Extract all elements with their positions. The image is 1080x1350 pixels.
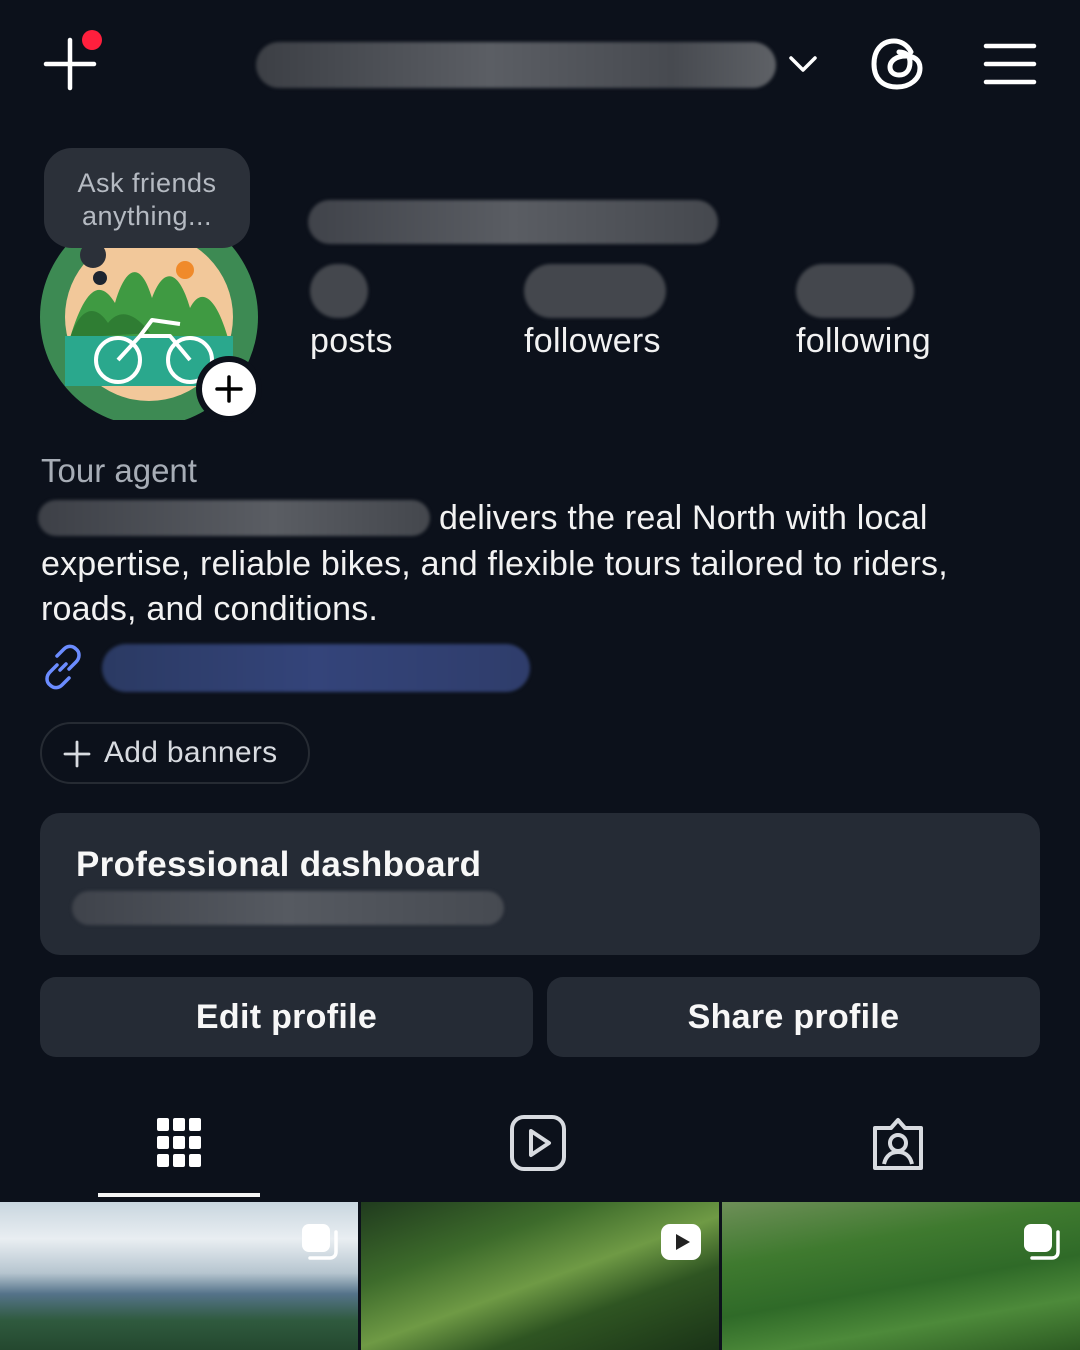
stat-count-redacted — [310, 264, 368, 318]
create-button[interactable] — [40, 30, 104, 96]
tab-posts-grid[interactable] — [99, 1100, 259, 1196]
reel-play-icon — [661, 1224, 701, 1260]
stat-label: followers — [524, 322, 661, 360]
stat-label: posts — [310, 322, 393, 360]
reels-icon — [510, 1115, 566, 1171]
stat-count-redacted — [796, 264, 914, 318]
share-profile-button[interactable]: Share profile — [547, 977, 1040, 1057]
plus-icon — [63, 740, 91, 768]
dashboard-subtitle-redacted — [72, 891, 504, 925]
stat-count-redacted — [524, 264, 666, 318]
dashboard-title: Professional dashboard — [76, 845, 482, 884]
stat-posts[interactable]: posts — [310, 264, 393, 361]
grid-icon — [157, 1118, 201, 1167]
add-story-button[interactable] — [196, 356, 262, 422]
plus-icon — [215, 375, 243, 403]
carousel-icon — [1024, 1224, 1060, 1260]
username-redacted[interactable] — [256, 42, 776, 88]
add-banners-button[interactable]: Add banners — [40, 722, 310, 784]
threads-icon — [871, 38, 923, 90]
tab-tagged[interactable] — [818, 1100, 978, 1196]
chevron-down-icon — [789, 56, 817, 72]
account-switcher[interactable] — [786, 48, 820, 78]
top-bar — [0, 0, 1080, 130]
edit-profile-button[interactable]: Edit profile — [40, 977, 533, 1057]
display-name-redacted — [308, 200, 718, 244]
carousel-icon — [302, 1224, 338, 1260]
hamburger-menu-icon — [983, 43, 1037, 85]
stat-following[interactable]: following — [796, 264, 931, 361]
active-tab-indicator — [98, 1193, 260, 1197]
add-banners-label: Add banners — [104, 736, 278, 769]
grid-post-2[interactable] — [361, 1202, 719, 1350]
link-icon — [45, 644, 81, 690]
notification-dot — [82, 30, 102, 50]
posts-grid — [0, 1202, 1080, 1350]
profile-bio: delivers the real North with local exper… — [41, 499, 948, 628]
profile-link[interactable] — [40, 642, 560, 694]
note-bubble[interactable]: Ask friends anything... — [44, 148, 250, 248]
tagged-icon — [873, 1118, 923, 1170]
professional-dashboard-card[interactable]: Professional dashboard — [40, 813, 1040, 955]
grid-post-3[interactable] — [722, 1202, 1080, 1350]
tab-reels[interactable] — [458, 1100, 618, 1196]
threads-button[interactable] — [868, 34, 928, 94]
stat-followers[interactable]: followers — [524, 264, 666, 361]
menu-button[interactable] — [982, 40, 1038, 88]
link-redacted — [102, 644, 530, 692]
profile-tabs — [0, 1100, 1080, 1200]
profile-category: Tour agent — [41, 452, 197, 489]
stat-label: following — [796, 322, 931, 360]
grid-post-1[interactable] — [0, 1202, 358, 1350]
note-text: Ask friends anything... — [77, 168, 217, 231]
